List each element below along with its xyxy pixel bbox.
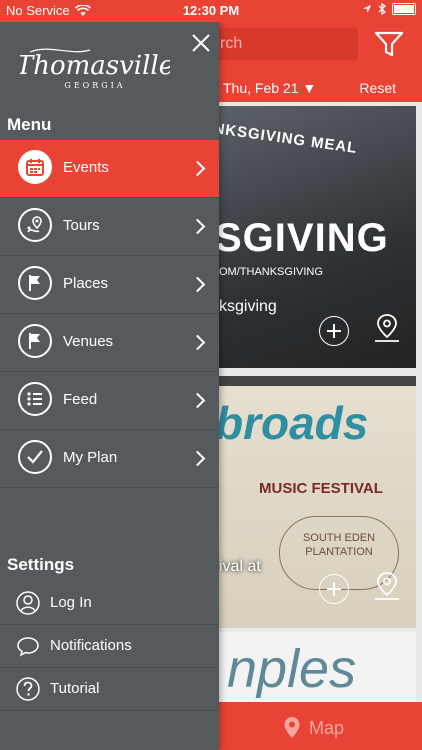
settings-item-label: Log In [50, 594, 92, 611]
card-image-subtext: OM/THANKSGIVING [219, 266, 323, 278]
date-filter-dropdown[interactable]: Thu, Feb 21 ▼ [223, 80, 316, 96]
logo-subtext: GEORGIA [64, 81, 125, 90]
map-pin-route-icon [18, 208, 52, 242]
menu-heading: Menu [7, 115, 52, 134]
logo-wordmark: Thomasville [20, 51, 170, 81]
search-input[interactable]: rch [200, 28, 358, 60]
chevron-right-icon [189, 218, 206, 235]
menu-item-label: My Plan [63, 449, 118, 466]
question-icon [16, 677, 40, 701]
reset-button[interactable]: Reset [359, 80, 396, 96]
date-filter-row: Thu, Feb 21 ▼ Reset [219, 74, 422, 102]
event-card[interactable]: NKSGIVING MEAL SGIVING OM/THANKSGIVING k… [219, 106, 416, 368]
settings-item-notifications[interactable]: Notifications [0, 625, 219, 668]
card-image-text: broads [219, 397, 369, 449]
settings-item-label: Tutorial [50, 680, 100, 697]
menu-item-places[interactable]: Places [0, 256, 219, 314]
filter-icon[interactable] [374, 30, 404, 58]
thomasville-logo: Thomasville GEORGIA [16, 44, 174, 92]
map-pin-icon [284, 717, 300, 738]
card-image-subtext: MUSIC FESTIVAL [259, 480, 383, 497]
event-feed: NKSGIVING MEAL SGIVING OM/THANKSGIVING k… [219, 102, 422, 712]
menu-list: Events Tours Places Venues Feed My Plan [0, 140, 219, 488]
card-banner-text: NKSGIVING MEAL [219, 120, 359, 157]
chevron-right-icon [189, 392, 206, 409]
menu-item-label: Venues [63, 333, 114, 350]
menu-item-my-plan[interactable]: My Plan [0, 430, 219, 488]
list-icon [18, 382, 52, 416]
menu-item-label: Feed [63, 391, 98, 408]
settings-list: Log In Notifications Tutorial [0, 582, 219, 711]
menu-item-label: Tours [63, 217, 100, 234]
clock: 12:30 PM [182, 3, 240, 18]
event-card[interactable]: broads MUSIC FESTIVAL SOUTH EDEN PLANTAT… [219, 376, 416, 628]
settings-item-log-in[interactable]: Log In [0, 582, 219, 625]
close-icon[interactable] [190, 32, 212, 54]
logo-graphic: Thomasville GEORGIA [16, 48, 174, 90]
menu-item-venues[interactable]: Venues [0, 314, 219, 372]
location-arrow-icon [363, 5, 371, 13]
status-bar: No Service 12:30 PM [0, 0, 422, 22]
menu-item-events[interactable]: Events [0, 140, 219, 198]
location-pin-icon[interactable] [373, 570, 401, 602]
card-image-text: nples [227, 639, 357, 699]
battery-icon [392, 3, 416, 15]
chevron-right-icon [189, 160, 206, 177]
event-card[interactable]: nples [219, 632, 416, 712]
dropdown-arrow-icon: ▼ [302, 80, 317, 96]
calendar-icon [18, 150, 52, 184]
menu-item-tours[interactable]: Tours [0, 198, 219, 256]
add-to-plan-button[interactable] [319, 574, 349, 604]
status-right [362, 3, 416, 15]
chevron-right-icon [189, 276, 206, 293]
card-title: ksgiving [219, 298, 277, 315]
card-title: ival at [219, 558, 261, 575]
map-button-label: Map [309, 717, 345, 738]
flag-icon [18, 324, 52, 358]
settings-heading: Settings [7, 555, 75, 574]
date-filter-label: Thu, Feb 21 [223, 80, 299, 96]
user-icon [16, 591, 40, 615]
menu-item-label: Events [63, 159, 109, 176]
settings-item-label: Notifications [50, 637, 132, 654]
menu-item-feed[interactable]: Feed [0, 372, 219, 430]
chevron-right-icon [189, 334, 206, 351]
flag-icon [18, 266, 52, 300]
location-pin-icon[interactable] [373, 312, 401, 344]
add-to-plan-button[interactable] [319, 316, 349, 346]
speech-bubble-icon [17, 637, 39, 657]
chevron-right-icon [189, 450, 206, 467]
card-image-text: SGIVING [219, 216, 389, 260]
side-drawer: Thomasville GEORGIA Menu Events Tours Pl… [0, 22, 219, 750]
map-button[interactable]: Map [219, 702, 422, 750]
bluetooth-icon [378, 3, 386, 15]
settings-item-tutorial[interactable]: Tutorial [0, 668, 219, 711]
checkmark-icon [18, 440, 52, 474]
menu-item-label: Places [63, 275, 109, 292]
